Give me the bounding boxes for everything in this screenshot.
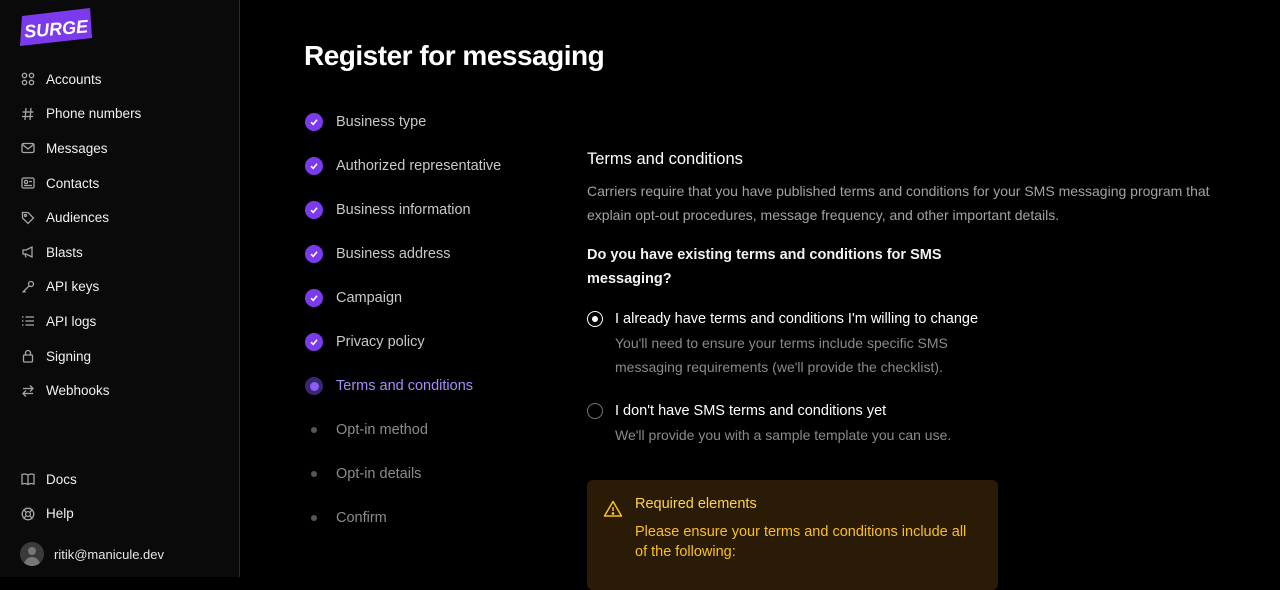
sidebar-item-messages[interactable]: Messages <box>0 131 239 166</box>
sidebar-item-label: Blasts <box>46 244 83 260</box>
step-confirm: Confirm <box>304 496 564 540</box>
option-no-terms[interactable]: I don't have SMS terms and conditions ye… <box>587 399 1227 447</box>
pending-step-dot-icon <box>311 515 317 521</box>
question-label: Do you have existing terms and condition… <box>587 247 942 287</box>
arrows-exchange-icon <box>20 383 36 399</box>
sidebar-item-label: Messages <box>46 140 108 156</box>
step-opt-in-method: Opt-in method <box>304 408 564 452</box>
alert-body: Please ensure your terms and conditions … <box>635 524 967 560</box>
step-label: Privacy policy <box>336 334 425 350</box>
sidebar-item-label: Phone numbers <box>46 106 142 122</box>
sidebar-item-docs[interactable]: Docs <box>0 462 239 497</box>
sidebar-item-accounts[interactable]: Accounts <box>0 62 239 97</box>
sidebar-item-blasts[interactable]: Blasts <box>0 235 239 270</box>
check-circle-icon <box>305 333 323 351</box>
sidebar-item-label: Help <box>46 506 74 522</box>
check-circle-icon <box>305 113 323 131</box>
section-title: Terms and conditions <box>587 150 743 168</box>
step-label: Authorized representative <box>336 158 502 174</box>
warning-triangle-icon <box>603 500 623 517</box>
help-circle-icon <box>20 506 36 522</box>
sidebar-item-contacts[interactable]: Contacts <box>0 166 239 201</box>
sidebar-item-label: Audiences <box>46 210 110 226</box>
sidebar-item-label: Docs <box>46 471 77 487</box>
terms-form: Terms and conditions Carriers require th… <box>587 150 1227 467</box>
required-elements-alert: Required elements Please ensure your ter… <box>587 480 998 590</box>
step-opt-in-details: Opt-in details <box>304 452 564 496</box>
pending-step-dot-icon <box>311 427 317 433</box>
alert-title: Required elements <box>635 496 757 512</box>
sidebar-item-label: Webhooks <box>46 383 110 399</box>
step-business-type[interactable]: Business type <box>304 100 564 144</box>
sidebar-item-api-logs[interactable]: API logs <box>0 304 239 339</box>
option-title: I already have terms and conditions I'm … <box>615 311 979 327</box>
sidebar-item-webhooks[interactable]: Webhooks <box>0 373 239 408</box>
step-label: Confirm <box>336 510 387 526</box>
sidebar-item-label: Accounts <box>46 71 102 87</box>
hash-icon <box>20 106 36 122</box>
sidebar-item-label: Contacts <box>46 175 100 191</box>
radio-existing-terms[interactable] <box>587 311 603 327</box>
step-label: Business address <box>336 246 451 262</box>
sidebar-item-label: Signing <box>46 348 92 364</box>
sidebar-item-label: API keys <box>46 279 100 295</box>
sidebar-bottom-nav: Docs Help <box>0 462 239 531</box>
avatar <box>20 542 44 566</box>
contact-card-icon <box>20 175 36 191</box>
sidebar-item-signing[interactable]: Signing <box>0 339 239 374</box>
step-authorized-representative[interactable]: Authorized representative <box>304 144 564 188</box>
step-privacy-policy[interactable]: Privacy policy <box>304 320 564 364</box>
envelope-icon <box>20 140 36 156</box>
current-step-icon <box>305 377 323 395</box>
step-label: Terms and conditions <box>336 378 474 394</box>
option-existing-terms[interactable]: I already have terms and conditions I'm … <box>587 307 1227 379</box>
accounts-icon <box>20 71 36 87</box>
section-description: Carriers require that you have published… <box>587 183 1210 223</box>
user-menu[interactable]: ritik@manicule.dev <box>20 542 164 566</box>
lock-icon <box>20 348 36 364</box>
option-description: You'll need to ensure your terms include… <box>615 335 948 375</box>
surge-logo[interactable]: SURGE <box>20 8 92 46</box>
sidebar-item-audiences[interactable]: Audiences <box>0 200 239 235</box>
step-business-information[interactable]: Business information <box>304 188 564 232</box>
check-circle-icon <box>305 201 323 219</box>
step-label: Campaign <box>336 290 403 306</box>
book-icon <box>20 471 36 487</box>
step-label: Business information <box>336 202 471 218</box>
user-email: ritik@manicule.dev <box>54 546 165 562</box>
page-title: Register for messaging <box>304 40 605 71</box>
sidebar-nav: Accounts Phone numbers Messages Contacts… <box>0 62 239 408</box>
pending-step-dot-icon <box>311 471 317 477</box>
check-circle-icon <box>305 289 323 307</box>
sidebar: SURGE Accounts Phone numbers Messages Co… <box>0 0 240 577</box>
list-icon <box>20 313 36 329</box>
step-label: Opt-in details <box>336 466 422 482</box>
sidebar-item-api-keys[interactable]: API keys <box>0 270 239 305</box>
sidebar-item-label: API logs <box>46 313 97 329</box>
megaphone-icon <box>20 244 36 260</box>
step-campaign[interactable]: Campaign <box>304 276 564 320</box>
step-label: Opt-in method <box>336 422 428 438</box>
key-icon <box>20 279 36 295</box>
option-description: We'll provide you with a sample template… <box>615 427 952 443</box>
tag-icon <box>20 210 36 226</box>
step-business-address[interactable]: Business address <box>304 232 564 276</box>
sidebar-item-help[interactable]: Help <box>0 497 239 532</box>
check-circle-icon <box>305 157 323 175</box>
radio-no-terms[interactable] <box>587 403 603 419</box>
step-list: Business type Authorized representative … <box>304 100 564 540</box>
sidebar-item-phone-numbers[interactable]: Phone numbers <box>0 97 239 132</box>
option-title: I don't have SMS terms and conditions ye… <box>615 403 887 419</box>
check-circle-icon <box>305 245 323 263</box>
step-label: Business type <box>336 114 427 130</box>
step-terms-and-conditions[interactable]: Terms and conditions <box>304 364 564 408</box>
